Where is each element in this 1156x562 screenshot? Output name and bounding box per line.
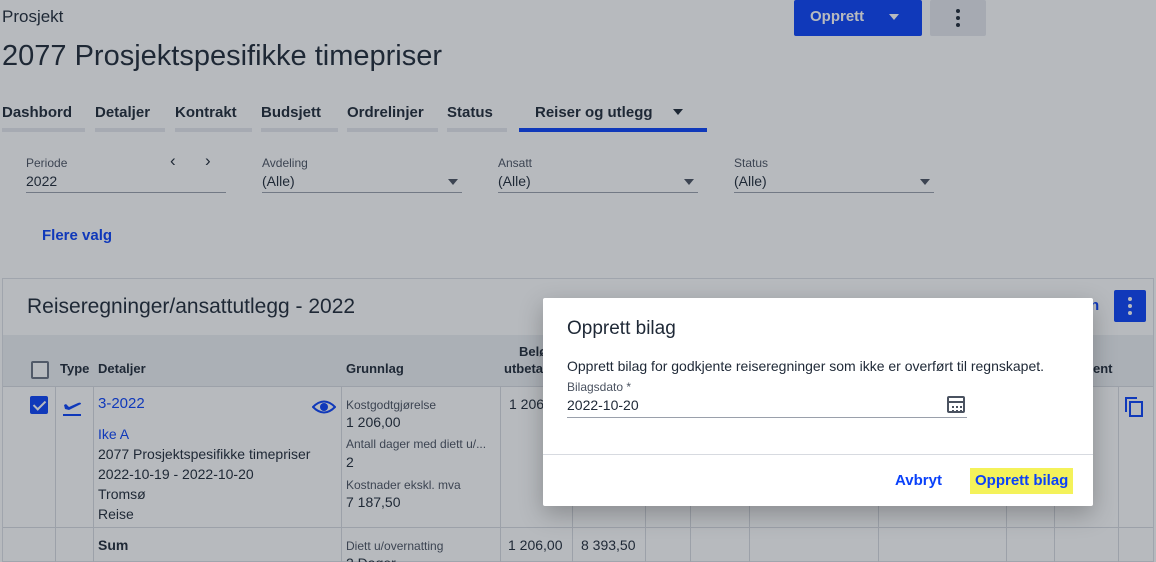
voucher-date-value: 2022-10-20 [567,397,639,413]
voucher-date-field[interactable]: Bilagsdato * 2022-10-20 [567,380,967,418]
cancel-button[interactable]: Avbryt [895,472,942,489]
create-voucher-dialog: Opprett bilag Opprett bilag for godkjent… [543,298,1093,506]
dialog-divider [543,454,1093,455]
page: Prosjekt Opprett 2077 Prosjektspesifikke… [0,0,1156,562]
dialog-title: Opprett bilag [567,318,676,339]
dialog-text: Opprett bilag for godkjente reiseregning… [567,358,1045,374]
voucher-date-label: Bilagsdato * [567,380,632,394]
calendar-icon[interactable] [947,396,965,413]
create-voucher-button[interactable]: Opprett bilag [970,468,1074,494]
